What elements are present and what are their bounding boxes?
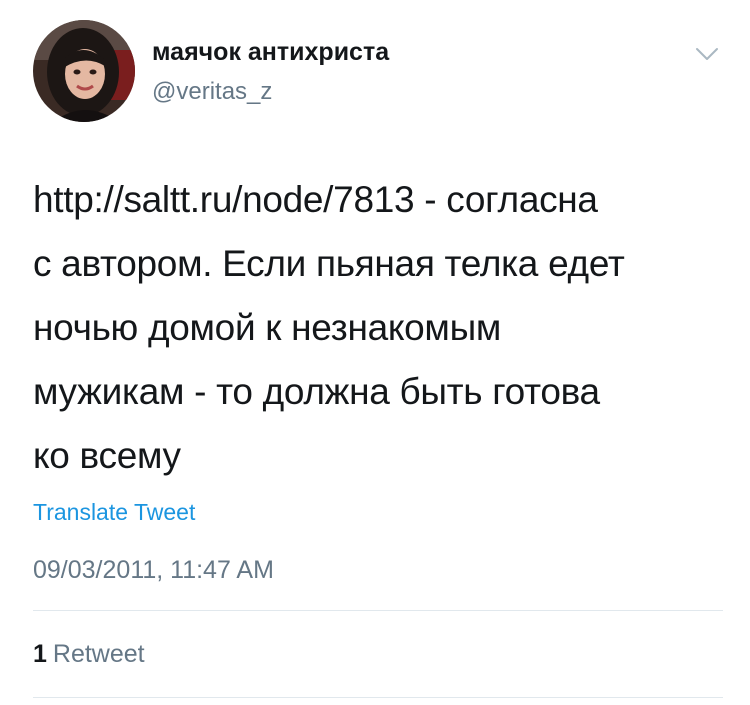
divider <box>33 697 723 698</box>
retweet-label: Retweet <box>52 640 145 668</box>
retweet-count: 1 <box>33 640 47 668</box>
avatar[interactable] <box>33 20 135 122</box>
divider <box>33 610 723 611</box>
user-handle[interactable]: @veritas_z <box>152 78 272 106</box>
retweet-stat[interactable]: 1 Retweet <box>33 640 145 669</box>
translate-tweet-link[interactable]: Translate Tweet <box>33 499 195 526</box>
display-name[interactable]: маячок антихриста <box>152 38 389 67</box>
chevron-down-icon[interactable] <box>692 42 722 66</box>
tweet-timestamp[interactable]: 09/03/2011, 11:47 AM <box>33 556 274 585</box>
tweet-text: http://saltt.ru/node/7813 - согласна с а… <box>33 179 625 476</box>
avatar-photo <box>33 20 135 122</box>
